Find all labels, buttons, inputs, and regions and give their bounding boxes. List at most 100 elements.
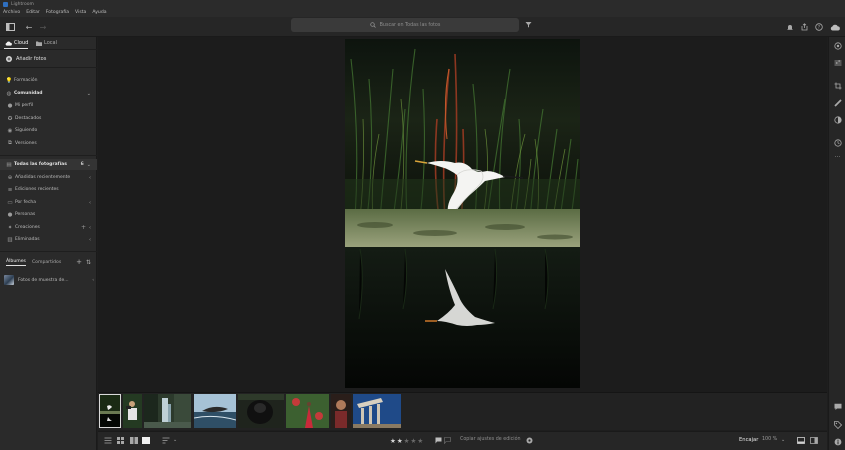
sidebar-item-by-date[interactable]: ▭ Por fecha ‹	[0, 197, 97, 208]
tab-underline	[4, 48, 28, 49]
add-creation-icon[interactable]: +	[81, 224, 86, 231]
settings-gear-icon[interactable]	[526, 437, 533, 444]
sidebar-item-following[interactable]: ◉ Siguiendo	[0, 125, 97, 136]
chevron-left-icon[interactable]: ‹	[89, 175, 91, 181]
albums-header: Álbumes Compartidos + ⇅	[0, 256, 97, 268]
album-name: Fotos de muestra de...	[18, 277, 69, 283]
heal-icon[interactable]	[833, 98, 842, 107]
star-rating[interactable]: ★ ★ ★ ★ ★	[390, 437, 423, 445]
search-field[interactable]: Buscar en Todas las fotos	[291, 18, 519, 32]
sidebar-item-recently-added[interactable]: ⊕ Añadidas recientemente ‹	[0, 172, 97, 183]
bell-icon[interactable]	[784, 21, 796, 33]
right-toolbar: ···	[828, 37, 845, 450]
grid-view-icon[interactable]	[117, 437, 124, 444]
sort-icon[interactable]	[162, 437, 170, 444]
flag-pick-icon[interactable]	[435, 437, 442, 444]
sidebar-item-label: Personas	[15, 212, 36, 217]
chevron-left-icon[interactable]: ‹	[92, 278, 94, 283]
sidebar-item-creations[interactable]: ✦ Creaciones + ‹	[0, 222, 97, 233]
fit-zoom-button[interactable]: Encajar	[739, 437, 758, 443]
sidebar-item-profile[interactable]: ● Mi perfil	[0, 100, 97, 111]
panel-view-icon[interactable]	[104, 437, 112, 444]
sidebar-section-community[interactable]: ◍ Comunidad ⌄	[0, 88, 97, 99]
album-item[interactable]: Fotos de muestra de... ‹	[4, 273, 94, 287]
crop-icon[interactable]	[833, 81, 842, 90]
sidebar-section-all-photos[interactable]: ▤ Todas las fotografías 6 ⌄	[0, 159, 97, 170]
more-icon[interactable]: ···	[833, 153, 842, 162]
user-icon: ●	[7, 102, 13, 109]
thumbnail-red-dress[interactable]	[286, 394, 329, 428]
flag-reject-icon[interactable]	[444, 437, 451, 444]
tab-shared[interactable]: Compartidos	[32, 260, 61, 265]
photo-count: 6	[80, 162, 84, 167]
sliders-icon[interactable]	[833, 58, 842, 67]
sidebar-item-versions[interactable]: ⧉ Versiones	[0, 138, 97, 149]
thumbnail-heron[interactable]	[99, 394, 121, 428]
star-icon[interactable]: ★	[390, 437, 396, 445]
thumbnail-gorilla[interactable]	[238, 394, 284, 428]
sidebar-item-label: Creaciones	[15, 225, 40, 230]
menu-archivo[interactable]: Archivo	[3, 10, 20, 15]
plus-circle-icon	[6, 56, 12, 62]
chevron-left-icon[interactable]: ‹	[89, 237, 91, 243]
tab-local[interactable]: Local	[36, 40, 57, 46]
back-icon[interactable]: ←	[23, 21, 35, 33]
thumbnail-person-photographer[interactable]	[123, 394, 142, 428]
cloud-icon[interactable]	[829, 21, 841, 33]
compare-view-icon[interactable]	[810, 437, 818, 444]
tab-cloud-label: Cloud	[14, 40, 29, 46]
chevron-down-icon[interactable]: ⌄	[87, 162, 91, 168]
thumbnail-ruins[interactable]	[353, 394, 401, 428]
thumbnail-waterfall[interactable]	[144, 394, 191, 428]
star-icon[interactable]: ★	[404, 437, 410, 445]
add-photos-label: Añadir fotos	[16, 56, 47, 62]
history-icon[interactable]	[833, 138, 842, 147]
sidebar-item-learn[interactable]: 💡 Formación	[0, 75, 97, 86]
zoom-level[interactable]: 100 %	[762, 437, 777, 442]
star-icon[interactable]: ★	[410, 437, 416, 445]
add-album-icon[interactable]: +	[76, 258, 82, 266]
copy-edit-settings-button[interactable]: Copiar ajustes de edición	[460, 437, 521, 442]
sidebar-section-label: Todas las fotografías	[14, 162, 67, 167]
chevron-down-icon[interactable]: ⌄	[173, 437, 177, 443]
source-tabs: Cloud Local	[0, 37, 97, 50]
tag-icon[interactable]	[833, 420, 842, 429]
menu-fotografia[interactable]: Fotografía	[46, 10, 69, 15]
menu-vista[interactable]: Vista	[75, 10, 86, 15]
star-icon[interactable]: ★	[397, 437, 403, 445]
thumbnail-bird-water[interactable]	[194, 394, 236, 428]
chevron-left-icon[interactable]: ‹	[89, 225, 91, 231]
panel-toggle-icon[interactable]	[4, 21, 16, 33]
sidebar-item-featured[interactable]: ✪ Destacados	[0, 113, 97, 124]
chevron-down-icon[interactable]: ⌄	[87, 91, 91, 97]
sort-icon[interactable]: ⇅	[86, 259, 91, 266]
sidebar-item-people[interactable]: ● Personas	[0, 209, 97, 220]
edit-icon[interactable]	[833, 41, 842, 50]
share-icon[interactable]	[798, 21, 810, 33]
menu-editar[interactable]: Editar	[26, 10, 40, 15]
main-photo-heron[interactable]	[345, 39, 580, 388]
tab-cloud[interactable]: Cloud	[5, 40, 28, 46]
menu-ayuda[interactable]: Ayuda	[92, 10, 106, 15]
sidebar-item-label: Añadidas recientemente	[15, 175, 71, 180]
show-filmstrip-icon[interactable]	[797, 437, 805, 444]
star-icon[interactable]: ★	[417, 437, 423, 445]
thumbnail-portrait[interactable]	[331, 394, 351, 428]
forward-icon[interactable]: →	[37, 21, 49, 33]
chevron-left-icon[interactable]: ‹	[89, 200, 91, 206]
mask-icon[interactable]	[833, 115, 842, 124]
trash-icon: ▥	[7, 236, 13, 243]
sliders-icon: ≡	[7, 186, 13, 193]
people-icon: ◉	[7, 127, 13, 134]
square-grid-icon[interactable]	[130, 437, 138, 444]
add-photos-button[interactable]: Añadir fotos	[0, 51, 97, 68]
help-icon[interactable]: ?	[813, 21, 825, 33]
comment-icon[interactable]	[833, 402, 842, 411]
sidebar-item-recent-edits[interactable]: ≡ Ediciones recientes	[0, 184, 97, 195]
sidebar-item-deleted[interactable]: ▥ Eliminadas ‹	[0, 234, 97, 245]
chevron-down-icon[interactable]: ⌄	[781, 437, 785, 443]
info-icon[interactable]	[833, 437, 842, 446]
filter-icon[interactable]	[525, 21, 533, 29]
tab-albums[interactable]: Álbumes	[6, 259, 26, 266]
detail-view-icon[interactable]	[142, 437, 150, 444]
